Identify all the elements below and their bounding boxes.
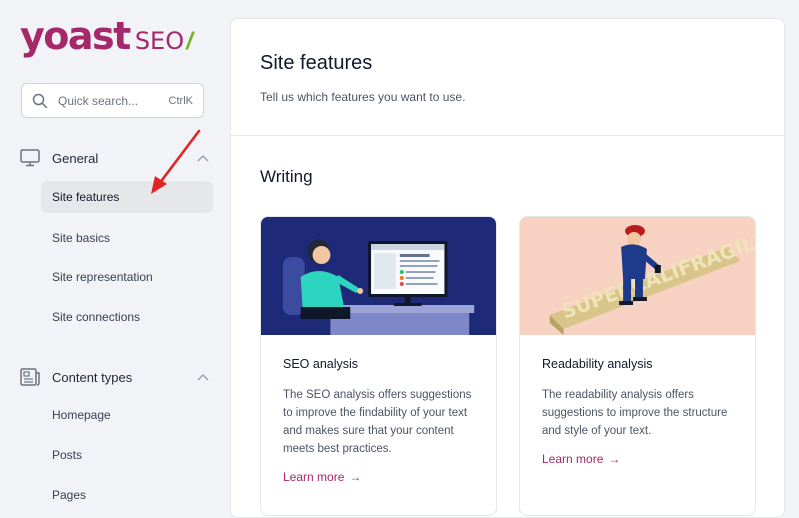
sidebar-item-site-basics[interactable]: Site basics xyxy=(41,222,213,254)
chevron-up-icon[interactable] xyxy=(196,372,210,382)
feature-card-readability-analysis: SUPERCALIFRAGILISTIC Readability analysi… xyxy=(519,216,756,516)
desktop-icon xyxy=(20,149,40,167)
arrow-right-icon: → xyxy=(349,470,362,484)
logo-wordmark: yoast xyxy=(20,14,131,58)
newspaper-icon xyxy=(20,368,40,386)
learn-more-link[interactable]: Learn more → xyxy=(283,470,361,484)
page-subtitle: Tell us which features you want to use. xyxy=(260,90,466,104)
sidebar-item-posts[interactable]: Posts xyxy=(41,439,213,471)
search-icon xyxy=(32,93,48,108)
feature-card-seo-analysis: SEO analysis The SEO analysis offers sug… xyxy=(260,216,497,516)
card-title: SEO analysis xyxy=(283,357,359,371)
logo-slash: / xyxy=(186,28,193,55)
sidebar-item-homepage[interactable]: Homepage xyxy=(41,399,213,431)
sidebar: yoast SEO / Quick search... CtrlK Genera… xyxy=(0,0,230,504)
logo-product: SEO xyxy=(134,27,185,55)
readability-analysis-illustration: SUPERCALIFRAGILISTIC xyxy=(520,217,755,335)
sidebar-item-site-representation[interactable]: Site representation xyxy=(41,261,213,293)
quick-search-input[interactable]: Quick search... CtrlK xyxy=(21,83,204,118)
card-description: The SEO analysis offers suggestions to i… xyxy=(283,389,472,455)
card-title: Readability analysis xyxy=(542,357,653,371)
search-placeholder: Quick search... xyxy=(58,93,139,108)
main-panel: Site features Tell us which features you… xyxy=(230,18,785,518)
arrow-right-icon: → xyxy=(608,452,621,466)
section-title: Writing xyxy=(260,167,313,186)
page-header: Site features Tell us which features you… xyxy=(231,19,784,136)
learn-more-label: Learn more xyxy=(542,452,604,466)
sidebar-item-site-connections[interactable]: Site connections xyxy=(41,301,213,333)
card-description: The readability analysis offers suggesti… xyxy=(542,389,728,437)
nav-group-content-types[interactable]: Content types xyxy=(20,366,210,388)
seo-analysis-illustration xyxy=(261,217,496,335)
yoast-logo[interactable]: yoast SEO / xyxy=(20,14,193,58)
search-shortcut: CtrlK xyxy=(168,94,193,107)
learn-more-label: Learn more xyxy=(283,470,345,484)
nav-group-label: Content types xyxy=(52,369,133,385)
sidebar-item-pages[interactable]: Pages xyxy=(41,479,213,511)
learn-more-link[interactable]: Learn more → xyxy=(542,452,620,466)
page-title: Site features xyxy=(260,52,373,74)
annotation-arrow xyxy=(151,129,201,194)
